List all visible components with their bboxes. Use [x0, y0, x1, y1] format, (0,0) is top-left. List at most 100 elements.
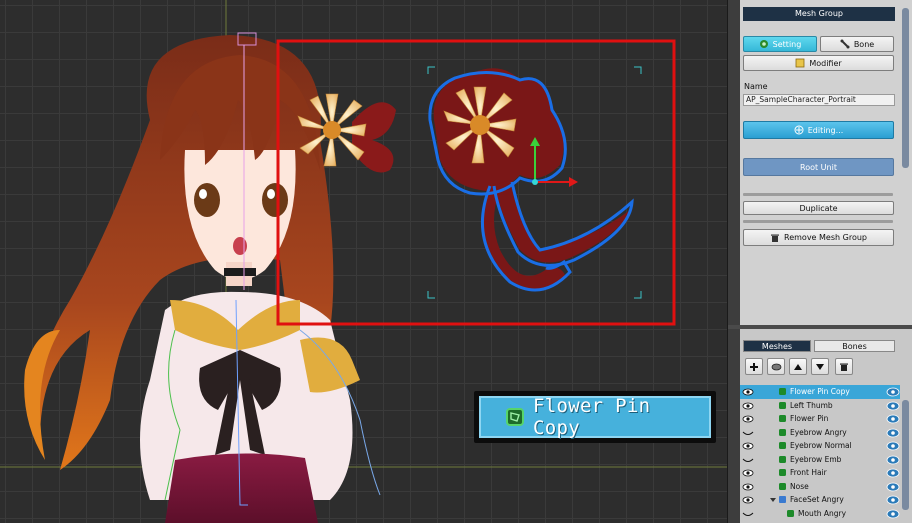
root-unit-label: Root Unit [800, 162, 837, 172]
eye-closed-icon[interactable] [742, 510, 754, 518]
trash-icon [771, 234, 780, 242]
scene-viewport[interactable]: Flower Pin Copy [0, 0, 727, 523]
list-item-label: FaceSet Angry [790, 495, 844, 504]
eye-icon[interactable] [742, 388, 754, 396]
expand-arrow-icon[interactable] [770, 497, 776, 503]
eye-icon[interactable] [742, 415, 754, 423]
panel-splitter[interactable] [728, 325, 912, 329]
visibility-toggle-icon[interactable] [886, 401, 900, 411]
visibility-toggle-icon[interactable] [886, 468, 900, 478]
trash-icon [840, 363, 848, 371]
list-scrollbar[interactable] [902, 400, 909, 510]
arrow-up-icon [794, 363, 802, 370]
modifier-icon [795, 58, 805, 68]
visibility-toggle-icon[interactable] [886, 495, 900, 505]
bone-button[interactable]: Bone [820, 36, 894, 52]
modifier-button[interactable]: Modifier [743, 55, 894, 71]
mesh-icon [779, 442, 786, 449]
name-field[interactable]: AP_SampleCharacter_Portrait [743, 94, 895, 106]
visibility-toggle-icon[interactable] [886, 441, 900, 451]
editor-window: Flower Pin Copy Mesh Group Setting Bone … [0, 0, 912, 523]
list-item[interactable]: Eyebrow Normal [740, 439, 900, 453]
mesh-icon [787, 509, 794, 517]
callout-label: Flower Pin Copy [532, 395, 651, 439]
callout-body: Flower Pin Copy [479, 395, 711, 439]
list-item-label: Mouth Angry [798, 508, 847, 518]
mesh-icon [779, 428, 786, 436]
delete-button[interactable] [835, 358, 853, 375]
panel-title: Mesh Group [743, 7, 895, 21]
bone-label: Bone [853, 39, 875, 49]
list-item-label: Left Thumb [790, 400, 833, 410]
list-item[interactable]: FaceSet Angry [740, 493, 900, 507]
mesh-icon [779, 401, 786, 409]
visibility-toggle-icon[interactable] [886, 428, 900, 438]
mesh-icon [779, 455, 786, 463]
list-item-label: Nose [790, 481, 809, 491]
layer-button[interactable] [767, 358, 785, 375]
mesh-icon [505, 408, 524, 426]
visibility-toggle-icon[interactable] [886, 387, 900, 397]
divider [743, 220, 893, 223]
mesh-icon [779, 469, 786, 476]
upper-scrollbar[interactable] [902, 8, 909, 168]
move-down-button[interactable] [811, 358, 829, 375]
list-item[interactable]: Mouth Angry [740, 507, 900, 521]
add-button[interactable] [745, 358, 763, 375]
remove-label: Remove Mesh Group [784, 233, 867, 242]
root-unit-button[interactable]: Root Unit [743, 158, 894, 176]
bone-icon [840, 39, 850, 49]
eye-icon[interactable] [742, 483, 754, 491]
mesh-icon [779, 415, 786, 422]
visibility-toggle-icon[interactable] [886, 455, 900, 465]
list-item-label: Eyebrow Emb [790, 454, 842, 464]
visibility-toggle-icon[interactable] [886, 509, 900, 519]
remove-mesh-group-button[interactable]: Remove Mesh Group [743, 229, 894, 246]
eye-icon[interactable] [742, 496, 754, 504]
list-item-label: Flower Pin Copy [790, 387, 850, 396]
list-item-label: Eyebrow Angry [790, 427, 847, 437]
plus-icon [750, 362, 758, 371]
visibility-toggle-icon[interactable] [886, 414, 900, 424]
list-item-label: Eyebrow Normal [790, 441, 852, 450]
list-item-label: Flower Pin [790, 414, 829, 423]
tab-meshes[interactable]: Meshes [743, 340, 811, 352]
editing-label: Editing... [807, 125, 844, 135]
eye-icon[interactable] [742, 442, 754, 450]
visibility-toggle-icon[interactable] [886, 482, 900, 492]
panel-gutter [728, 0, 740, 523]
name-label: Name [744, 82, 768, 91]
eye-icon[interactable] [742, 402, 754, 410]
character-illustration [0, 0, 727, 523]
mesh-group-icon [779, 496, 786, 503]
eye-closed-icon[interactable] [742, 429, 754, 437]
inspector-panel: Mesh Group Setting Bone Modifier Name AP… [727, 0, 912, 523]
modifier-label: Modifier [809, 58, 842, 68]
list-item[interactable]: Eyebrow Angry [740, 426, 900, 440]
duplicate-label: Duplicate [799, 203, 838, 213]
mesh-icon [779, 388, 786, 395]
list-item[interactable]: Flower Pin [740, 412, 900, 426]
divider [743, 193, 893, 196]
move-up-button[interactable] [789, 358, 807, 375]
list-item[interactable]: Front Hair [740, 466, 900, 480]
edit-mesh-icon [794, 125, 804, 135]
list-item[interactable]: Eyebrow Emb [740, 453, 900, 467]
setting-label: Setting [772, 39, 802, 49]
list-item[interactable]: Nose [740, 480, 900, 494]
arrow-down-icon [816, 363, 824, 370]
eye-icon[interactable] [742, 469, 754, 477]
duplicate-button[interactable]: Duplicate [743, 201, 894, 215]
tab-bones[interactable]: Bones [814, 340, 895, 352]
list-item[interactable]: Left Thumb [740, 399, 900, 413]
list-item[interactable]: Flower Pin Copy [740, 385, 900, 399]
mesh-list: Flower Pin Copy Left Thumb Flower Pin Ey… [740, 385, 900, 520]
setting-icon [759, 40, 768, 48]
eye-closed-icon[interactable] [742, 456, 754, 464]
mesh-icon [779, 482, 786, 490]
selected-mesh-callout: Flower Pin Copy [474, 391, 716, 443]
layer-icon [771, 363, 781, 370]
editing-button[interactable]: Editing... [743, 121, 894, 139]
list-item-label: Front Hair [790, 468, 827, 477]
setting-button[interactable]: Setting [743, 36, 817, 52]
